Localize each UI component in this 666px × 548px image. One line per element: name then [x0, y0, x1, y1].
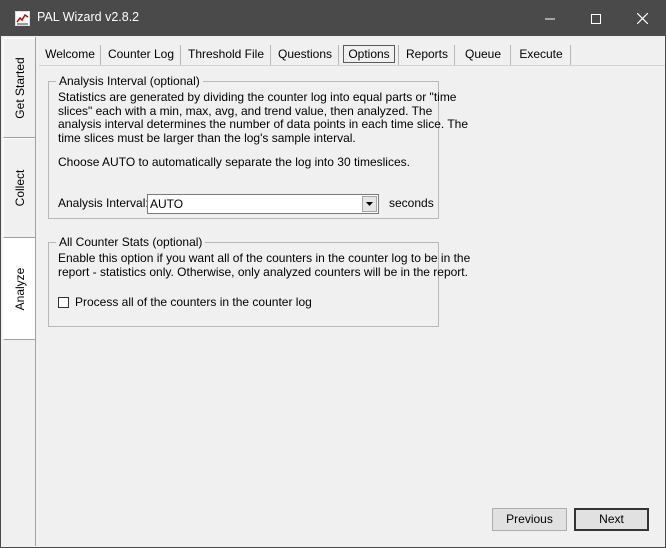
minimize-button[interactable] — [527, 1, 573, 36]
minimize-icon — [545, 18, 555, 19]
group-title: Analysis Interval (optional) — [56, 74, 203, 88]
description-line: slices" each with a min, max, avg, and t… — [58, 103, 433, 118]
analysis-interval-value: AUTO — [150, 197, 184, 211]
side-tab-label: Get Started — [12, 57, 27, 119]
tab-divider — [39, 65, 665, 66]
close-icon — [636, 13, 648, 24]
group-title: All Counter Stats (optional) — [56, 235, 206, 249]
analysis-interval-label: Analysis Interval: — [58, 196, 149, 210]
maximize-button[interactable] — [573, 1, 619, 36]
tab-execute[interactable]: Execute — [511, 43, 571, 65]
counter-stats-description: Enable this option if you want all of th… — [58, 251, 471, 279]
previous-button[interactable]: Previous — [492, 508, 567, 531]
description-line: time slices must be larger than the log'… — [58, 130, 356, 145]
tab-label: Reports — [405, 47, 449, 61]
dropdown-button[interactable] — [362, 196, 377, 212]
title-bar[interactable]: PAL Wizard v2.8.2 — [1, 1, 665, 36]
pal-wizard-window: PAL Wizard v2.8.2 Get Started Collect An… — [0, 0, 666, 548]
close-button[interactable] — [619, 1, 665, 36]
tab-threshold-file[interactable]: Threshold File — [181, 43, 271, 65]
tab-label: Questions — [277, 47, 333, 61]
tab-label: Queue — [464, 47, 502, 61]
tab-reports[interactable]: Reports — [399, 43, 455, 65]
analysis-interval-description: Statistics are generated by dividing the… — [58, 90, 468, 145]
tab-options[interactable]: Options — [339, 43, 399, 65]
side-tab-strip: Get Started Collect Analyze — [3, 38, 36, 546]
side-tab-analyze[interactable]: Analyze — [3, 238, 36, 340]
tab-welcome[interactable]: Welcome — [39, 43, 101, 65]
pal-chart-icon — [15, 11, 30, 26]
analysis-interval-select[interactable]: AUTO — [147, 194, 379, 214]
maximize-icon — [591, 13, 601, 24]
description-line: analysis interval determines the number … — [58, 117, 468, 131]
tab-counter-log[interactable]: Counter Log — [101, 43, 181, 65]
process-all-counters-label[interactable]: Process all of the counters in the count… — [75, 295, 312, 310]
chevron-down-icon — [366, 202, 373, 206]
tab-label: Options — [343, 45, 395, 63]
tab-label: Welcome — [45, 47, 95, 61]
description-line: Statistics are generated by dividing the… — [58, 90, 457, 104]
side-tab-get-started[interactable]: Get Started — [3, 38, 35, 138]
auto-note: Choose AUTO to automatically separate th… — [58, 155, 410, 169]
description-line: report - statistics only. Otherwise, onl… — [58, 264, 468, 279]
panel-border — [35, 37, 36, 546]
side-tab-label: Analyze — [13, 267, 27, 311]
window-title: PAL Wizard v2.8.2 — [37, 10, 140, 24]
tab-label: Execute — [519, 47, 563, 61]
seconds-unit: seconds — [389, 196, 434, 210]
side-tab-label: Collect — [12, 169, 27, 207]
tab-label: Threshold File — [187, 47, 265, 61]
next-button[interactable]: Next — [574, 508, 649, 531]
description-line: Enable this option if you want all of th… — [58, 251, 471, 265]
process-all-counters-checkbox[interactable] — [58, 297, 69, 308]
tab-questions[interactable]: Questions — [271, 43, 339, 65]
side-tab-collect[interactable]: Collect — [3, 138, 35, 238]
tab-queue[interactable]: Queue — [455, 43, 511, 65]
tab-label: Counter Log — [107, 47, 175, 61]
